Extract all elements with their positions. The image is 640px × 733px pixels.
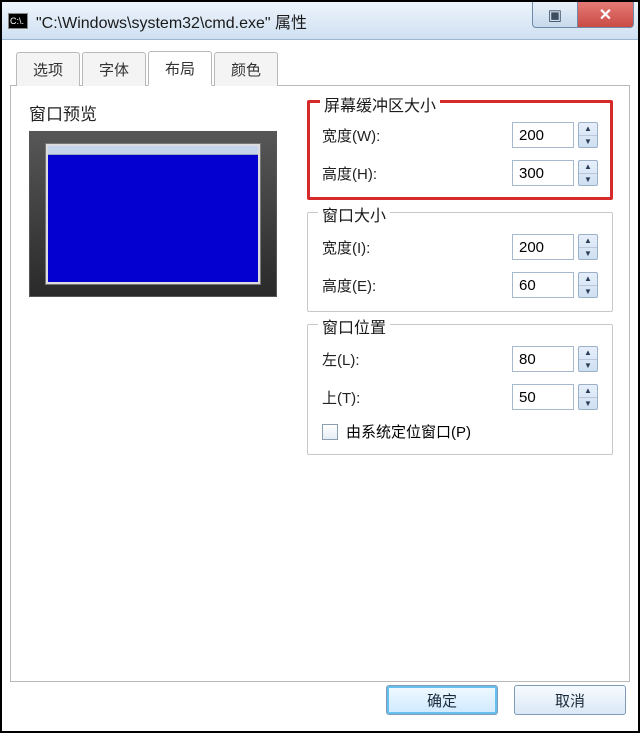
system-position-row[interactable]: 由系统定位窗口(P) <box>322 421 598 442</box>
preview-window <box>46 144 260 284</box>
winpos-left-label: 左(L): <box>322 349 360 370</box>
group-window-size: 窗口大小 宽度(I): ▲▼ 高度(E): ▲▼ <box>307 212 613 312</box>
dialog-footer: 确定 取消 <box>386 677 626 723</box>
buffer-height-label: 高度(H): <box>322 163 377 184</box>
tab-layout[interactable]: 布局 <box>148 51 212 86</box>
buffer-height-spin-buttons[interactable]: ▲▼ <box>578 160 598 186</box>
chevron-down-icon[interactable]: ▼ <box>579 174 597 186</box>
winsize-width-spinner[interactable]: ▲▼ <box>512 234 598 260</box>
buffer-height-spinner[interactable]: ▲▼ <box>512 160 598 186</box>
buffer-width-spin-buttons[interactable]: ▲▼ <box>578 122 598 148</box>
winsize-height-input[interactable] <box>512 272 574 298</box>
group-buffer-title: 屏幕缓冲区大小 <box>320 92 440 116</box>
winpos-top-spinner[interactable]: ▲▼ <box>512 384 598 410</box>
dialog-client: 选项 字体 布局 颜色 窗口预览 屏幕缓冲区大小 宽度(W): <box>10 48 630 723</box>
window-buttons: ▣ ✕ <box>532 2 638 39</box>
chevron-down-icon[interactable]: ▼ <box>579 136 597 148</box>
winsize-height-spin-buttons[interactable]: ▲▼ <box>578 272 598 298</box>
system-position-label: 由系统定位窗口(P) <box>346 421 471 442</box>
chevron-down-icon[interactable]: ▼ <box>579 398 597 410</box>
buffer-height-input[interactable] <box>512 160 574 186</box>
winsize-height-label: 高度(E): <box>322 275 376 296</box>
close-button[interactable]: ✕ <box>578 2 634 28</box>
chevron-up-icon[interactable]: ▲ <box>579 347 597 360</box>
buffer-width-input[interactable] <box>512 122 574 148</box>
tab-colors[interactable]: 颜色 <box>214 52 278 86</box>
chevron-up-icon[interactable]: ▲ <box>579 161 597 174</box>
system-position-checkbox[interactable] <box>322 424 338 440</box>
winpos-left-input[interactable] <box>512 346 574 372</box>
chevron-down-icon[interactable]: ▼ <box>579 360 597 372</box>
properties-dialog: C:\. "C:\Windows\system32\cmd.exe" 属性 ▣ … <box>0 0 640 733</box>
window-preview <box>29 131 277 297</box>
winpos-top-input[interactable] <box>512 384 574 410</box>
window-title: "C:\Windows\system32\cmd.exe" 属性 <box>34 9 532 33</box>
winpos-left-spinner[interactable]: ▲▼ <box>512 346 598 372</box>
buffer-width-spinner[interactable]: ▲▼ <box>512 122 598 148</box>
chevron-up-icon[interactable]: ▲ <box>579 123 597 136</box>
winsize-width-label: 宽度(I): <box>322 237 370 258</box>
tab-options[interactable]: 选项 <box>16 52 80 86</box>
chevron-up-icon[interactable]: ▲ <box>579 235 597 248</box>
winpos-left-spin-buttons[interactable]: ▲▼ <box>578 346 598 372</box>
chevron-down-icon[interactable]: ▼ <box>579 248 597 260</box>
winsize-width-input[interactable] <box>512 234 574 260</box>
chevron-up-icon[interactable]: ▲ <box>579 385 597 398</box>
restore-button[interactable]: ▣ <box>532 2 578 28</box>
group-window-position-title: 窗口位置 <box>318 314 390 338</box>
cancel-button[interactable]: 取消 <box>514 685 626 715</box>
group-buffer-size: 屏幕缓冲区大小 宽度(W): ▲▼ 高度(H): ▲▼ <box>307 100 613 200</box>
winpos-top-label: 上(T): <box>322 387 360 408</box>
layout-settings-column: 屏幕缓冲区大小 宽度(W): ▲▼ 高度(H): ▲▼ <box>307 100 613 467</box>
restore-icon: ▣ <box>548 6 562 24</box>
ok-button[interactable]: 确定 <box>386 685 498 715</box>
winsize-height-spinner[interactable]: ▲▼ <box>512 272 598 298</box>
group-window-position: 窗口位置 左(L): ▲▼ 上(T): ▲▼ <box>307 324 613 455</box>
buffer-width-label: 宽度(W): <box>322 125 380 146</box>
winpos-top-spin-buttons[interactable]: ▲▼ <box>578 384 598 410</box>
close-icon: ✕ <box>599 5 612 25</box>
tab-font[interactable]: 字体 <box>82 52 146 86</box>
tab-strip: 选项 字体 布局 颜色 <box>10 48 630 86</box>
chevron-up-icon[interactable]: ▲ <box>579 273 597 286</box>
cmd-icon: C:\. <box>8 13 28 29</box>
tab-page-layout: 窗口预览 屏幕缓冲区大小 宽度(W): ▲▼ <box>10 86 630 682</box>
chevron-down-icon[interactable]: ▼ <box>579 286 597 298</box>
titlebar: C:\. "C:\Windows\system32\cmd.exe" 属性 ▣ … <box>2 2 638 40</box>
winsize-width-spin-buttons[interactable]: ▲▼ <box>578 234 598 260</box>
group-window-size-title: 窗口大小 <box>318 202 390 226</box>
